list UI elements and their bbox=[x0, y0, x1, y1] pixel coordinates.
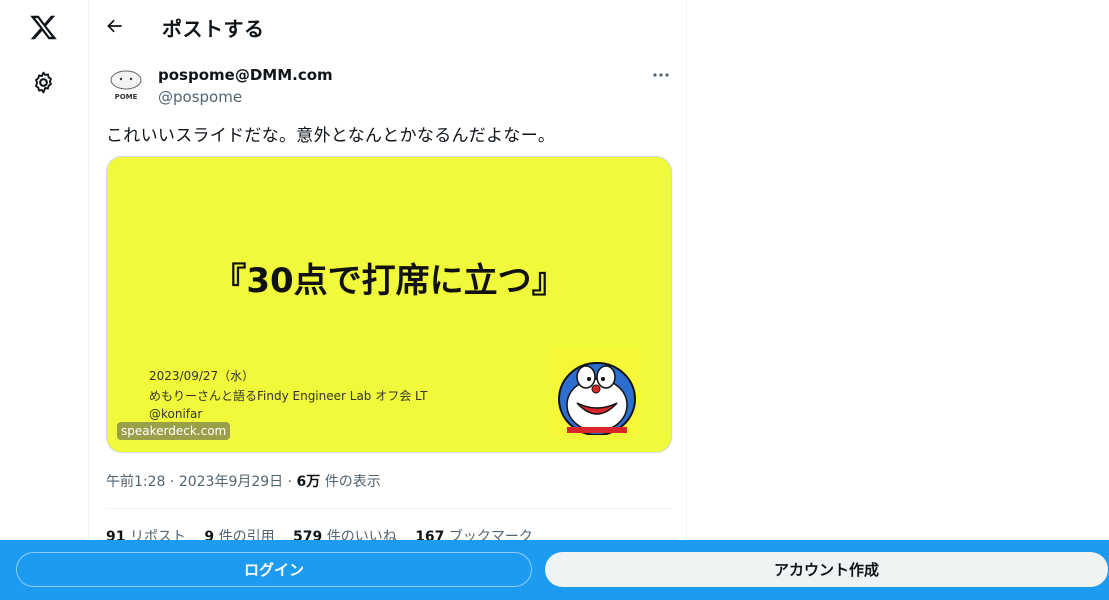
author-handle[interactable]: @pospome bbox=[158, 88, 242, 106]
page-title: ポストする bbox=[162, 17, 265, 41]
source-badge: speakerdeck.com bbox=[117, 422, 231, 440]
media-card[interactable]: 『30点で打席に立つ』 2023/09/27（水） めもりーさんと語るFindy… bbox=[106, 156, 672, 453]
slide-event: めもりーさんと語るFindy Engineer Lab オフ会 LT bbox=[149, 389, 428, 403]
views-count: 6万 bbox=[296, 474, 321, 490]
login-button[interactable]: ログイン bbox=[16, 552, 532, 587]
post-date[interactable]: 2023年9月29日 bbox=[179, 474, 283, 490]
post-meta: 午前1:28 · 2023年9月29日 · 6万 件の表示 bbox=[106, 474, 381, 490]
login-bar: ログイン アカウント作成 bbox=[0, 540, 1109, 600]
post-time[interactable]: 午前1:28 bbox=[106, 474, 165, 490]
divider bbox=[106, 508, 672, 509]
post-text: これいいスライドだな。意外となんとかなるんだよなー。 bbox=[106, 126, 556, 146]
more-dots-icon[interactable] bbox=[650, 66, 672, 84]
gear-icon[interactable] bbox=[31, 70, 56, 95]
main-column: ポストする POME pospome@DMM.com @pospome これいい… bbox=[88, 0, 687, 600]
author-name[interactable]: pospome@DMM.com bbox=[158, 66, 333, 84]
back-arrow-icon[interactable] bbox=[105, 16, 125, 36]
avatar-text: POME bbox=[115, 93, 138, 101]
signup-button[interactable]: アカウント作成 bbox=[545, 552, 1108, 587]
x-logo-icon[interactable] bbox=[29, 13, 58, 42]
views-label: 件の表示 bbox=[324, 474, 381, 490]
slide-date: 2023/09/27（水） bbox=[149, 369, 255, 383]
slide-speaker: @konifar bbox=[149, 407, 203, 421]
left-nav bbox=[0, 0, 88, 600]
avatar[interactable]: POME bbox=[106, 65, 146, 105]
doraemon-image bbox=[553, 347, 641, 435]
sheep-avatar-icon: POME bbox=[110, 70, 142, 101]
slide-title: 『30点で打席に立つ』 bbox=[212, 261, 566, 301]
